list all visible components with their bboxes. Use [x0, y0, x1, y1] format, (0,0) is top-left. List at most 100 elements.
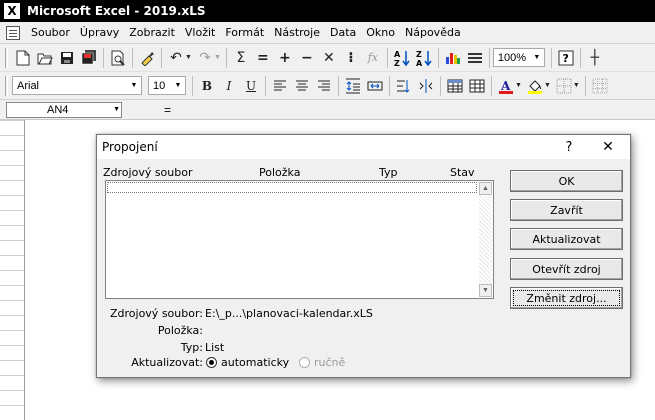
- item-label: Položka:: [157, 324, 203, 337]
- colon-icon[interactable]: ⁝: [340, 47, 362, 69]
- name-box-dropdown-icon[interactable]: ▼: [113, 103, 120, 117]
- scroll-up-icon[interactable]: ▲: [479, 182, 492, 195]
- list-item[interactable]: [107, 182, 477, 193]
- menu-bar: Soubor Úpravy Zobrazit Vložit Formát Nás…: [0, 22, 655, 44]
- update-automatic-radio[interactable]: [206, 357, 217, 368]
- links-dialog: Propojení ? ✕ Zdrojový soubor Položka Ty…: [96, 134, 631, 378]
- cell-borders-split-icon[interactable]: [415, 75, 437, 97]
- close-button[interactable]: Zavřít: [510, 199, 623, 221]
- table-header-icon[interactable]: [444, 75, 466, 97]
- function-icon[interactable]: fx: [362, 47, 384, 69]
- multiply-icon[interactable]: ✕: [318, 47, 340, 69]
- bold-button[interactable]: B: [196, 75, 218, 97]
- italic-button[interactable]: I: [218, 75, 240, 97]
- redo-icon[interactable]: ↷: [194, 47, 216, 69]
- menu-upravy[interactable]: Úpravy: [75, 26, 124, 39]
- toolbar-separator: [579, 47, 581, 68]
- update-manual-label: ručně: [314, 356, 346, 369]
- sort-ascending-icon[interactable]: AZ: [391, 47, 413, 69]
- underline-button[interactable]: U: [240, 75, 262, 97]
- toolbar-grip[interactable]: [5, 47, 8, 68]
- dialog-title-bar: Propojení ? ✕: [97, 135, 630, 159]
- wrap-text-icon[interactable]: [393, 75, 415, 97]
- dialog-close-icon[interactable]: ✕: [591, 137, 625, 157]
- scroll-down-icon[interactable]: ▼: [479, 284, 492, 297]
- undo-icon[interactable]: ↶: [165, 47, 187, 69]
- toolbar-separator: [386, 47, 388, 68]
- sort-descending-icon[interactable]: ZA: [413, 47, 435, 69]
- update-label: Aktualizovat:: [131, 356, 203, 369]
- update-automatic-label[interactable]: automaticky: [221, 356, 289, 369]
- menu-napoveda[interactable]: Nápověda: [400, 26, 466, 39]
- crosshair-icon[interactable]: ┼: [584, 47, 606, 69]
- table-grid-icon[interactable]: [466, 75, 488, 97]
- svg-text:A: A: [394, 50, 401, 59]
- open-source-button[interactable]: Otevřít zdroj: [510, 258, 623, 280]
- fill-color-icon[interactable]: [524, 75, 546, 97]
- menu-zobrazit[interactable]: Zobrazit: [124, 26, 180, 39]
- toolbar-separator: [437, 47, 439, 68]
- format-painter-icon[interactable]: [136, 47, 158, 69]
- help-icon[interactable]: ?: [555, 47, 577, 69]
- toolbar-separator: [161, 47, 162, 68]
- toolbar-separator: [265, 75, 266, 96]
- font-dropdown-icon[interactable]: ▼: [127, 77, 141, 94]
- column-header-source: Zdrojový soubor: [103, 166, 193, 179]
- menu-okno[interactable]: Okno: [361, 26, 400, 39]
- chart-wizard-icon[interactable]: [442, 47, 464, 69]
- dialog-help-icon[interactable]: ?: [553, 137, 585, 157]
- document-menu-icon[interactable]: [6, 25, 20, 40]
- menu-vlozit[interactable]: Vložit: [180, 26, 220, 39]
- redo-dropdown-icon[interactable]: ▼: [214, 54, 221, 61]
- align-right-icon[interactable]: [313, 75, 335, 97]
- plus-icon[interactable]: +: [274, 47, 296, 69]
- print-preview-icon[interactable]: [107, 47, 129, 69]
- update-button[interactable]: Aktualizovat: [510, 228, 623, 250]
- font-color-icon[interactable]: A: [495, 75, 517, 97]
- merge-center-icon[interactable]: [364, 75, 386, 97]
- dialog-title: Propojení: [102, 140, 158, 154]
- row-headers[interactable]: [0, 120, 25, 420]
- align-left-icon[interactable]: [269, 75, 291, 97]
- svg-text:A: A: [500, 79, 511, 93]
- column-header-type: Typ: [379, 166, 398, 179]
- font-select[interactable]: Arial ▼: [12, 76, 142, 95]
- zoom-select[interactable]: 100% ▼: [492, 48, 545, 67]
- new-document-icon[interactable]: [12, 47, 34, 69]
- menu-nastroje[interactable]: Nástroje: [269, 26, 325, 39]
- gridlines-icon[interactable]: [589, 75, 611, 97]
- align-center-icon[interactable]: [291, 75, 313, 97]
- drawing-icon[interactable]: [464, 47, 486, 69]
- menu-data[interactable]: Data: [325, 26, 361, 39]
- toolbar-separator: [338, 75, 339, 96]
- menu-format[interactable]: Formát: [220, 26, 269, 39]
- toolbar-separator: [488, 47, 490, 68]
- toolbar-grip[interactable]: [5, 75, 8, 96]
- menu-soubor[interactable]: Soubor: [26, 26, 75, 39]
- zoom-dropdown-icon[interactable]: ▼: [530, 49, 544, 66]
- change-source-button[interactable]: Změnit zdroj...: [510, 287, 623, 309]
- save-all-icon[interactable]: [78, 47, 100, 69]
- name-box-value: AN4: [47, 103, 69, 116]
- toolbar-separator: [440, 75, 441, 96]
- borders-dropdown-icon[interactable]: ▼: [573, 82, 580, 89]
- formula-equals-icon[interactable]: =: [164, 103, 171, 117]
- links-list[interactable]: ▲ ▼: [105, 180, 494, 299]
- font-size-select[interactable]: 10 ▼: [148, 76, 186, 95]
- fill-color-dropdown-icon[interactable]: ▼: [544, 82, 551, 89]
- save-icon[interactable]: [56, 47, 78, 69]
- minus-icon[interactable]: −: [296, 47, 318, 69]
- font-size-dropdown-icon[interactable]: ▼: [171, 77, 185, 94]
- column-header-status: Stav: [450, 166, 475, 179]
- autosum-icon[interactable]: Σ: [230, 47, 252, 69]
- list-scrollbar[interactable]: ▲ ▼: [479, 182, 492, 297]
- undo-dropdown-icon[interactable]: ▼: [185, 54, 192, 61]
- borders-icon[interactable]: [553, 75, 575, 97]
- ok-button[interactable]: OK: [510, 170, 623, 192]
- font-color-dropdown-icon[interactable]: ▼: [515, 82, 522, 89]
- open-folder-icon[interactable]: [34, 47, 56, 69]
- name-box[interactable]: AN4 ▼: [6, 101, 122, 118]
- svg-text:A: A: [416, 59, 423, 67]
- equals-icon[interactable]: =: [252, 47, 274, 69]
- merge-vertical-icon[interactable]: [342, 75, 364, 97]
